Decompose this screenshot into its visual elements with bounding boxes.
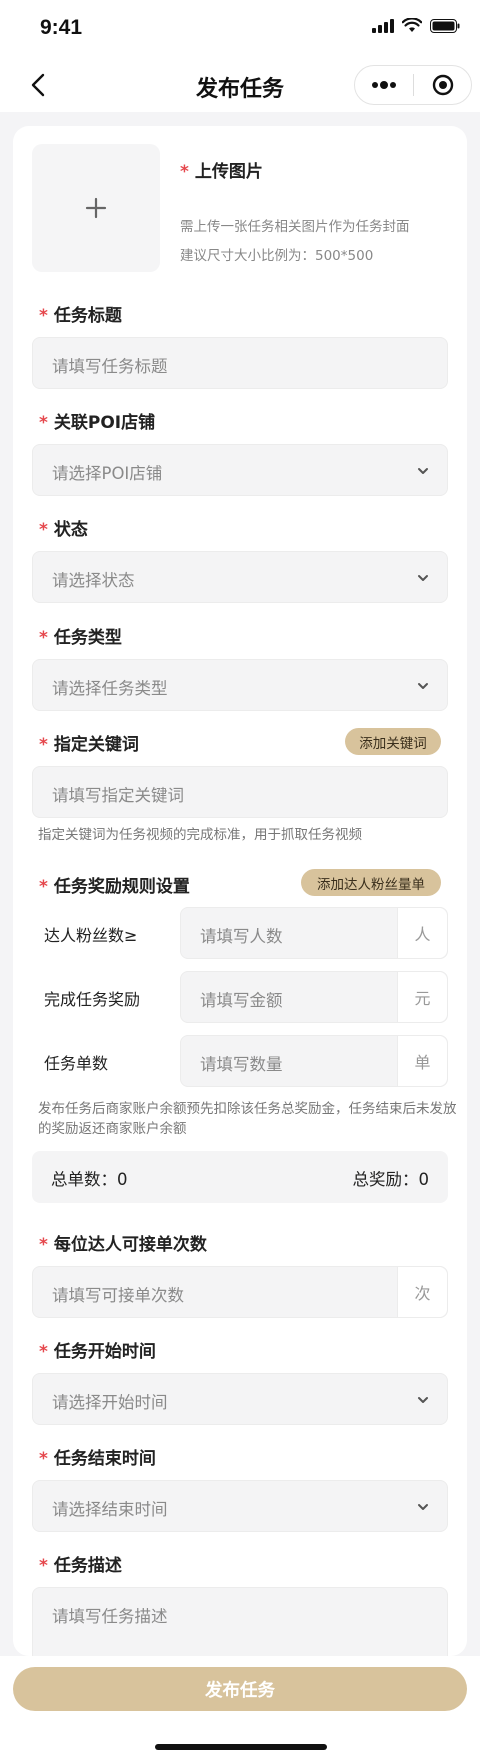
more-button[interactable] — [355, 66, 413, 104]
per-talent-input[interactable]: 请填写可接单次数 次 — [32, 1266, 448, 1318]
placeholder: 请填写金额 — [200, 991, 283, 1010]
required-mark: * — [39, 1342, 48, 1362]
end-time-label: * 任务结束时间 — [39, 1444, 156, 1469]
bottom-bar: 发布任务 — [0, 1656, 480, 1763]
required-mark: * — [39, 413, 48, 433]
label-text: 任务结束时间 — [53, 1449, 156, 1469]
reward-summary: 总单数：0 总奖励：0 — [32, 1151, 448, 1203]
label-text: 任务开始时间 — [53, 1342, 156, 1362]
placeholder: 请选择结束时间 — [52, 1500, 168, 1519]
unit-label: 元 — [397, 972, 447, 1022]
label-text: 关联POI店铺 — [53, 413, 156, 433]
poi-select[interactable]: 请选择POI店铺 — [32, 444, 448, 496]
label-text: 每位达人可接单次数 — [53, 1235, 207, 1255]
label-text: 任务类型 — [53, 628, 122, 648]
unit-label: 人 — [397, 908, 447, 958]
label-text: 任务描述 — [53, 1556, 122, 1576]
status-select[interactable]: 请选择状态 — [32, 551, 448, 603]
per-talent-label: * 每位达人可接单次数 — [39, 1230, 207, 1255]
label-text: 任务奖励规则设置 — [53, 877, 190, 897]
upload-hint-1: 需上传一张任务相关图片作为任务封面 — [180, 219, 410, 235]
keywords-label: * 指定关键词 — [39, 730, 139, 755]
status-icons — [372, 18, 460, 33]
required-mark: * — [39, 628, 48, 648]
fan-count-input[interactable]: 请填写人数 人 — [180, 907, 448, 959]
required-mark: * — [39, 520, 48, 540]
fan-count-label: 达人粉丝数≥ — [44, 926, 138, 945]
home-indicator — [155, 1744, 327, 1750]
chevron-down-icon — [418, 1504, 428, 1510]
placeholder: 请选择POI店铺 — [52, 464, 163, 483]
required-mark: * — [39, 1235, 48, 1255]
reward-helper-text: 发布任务后商家账户余额预先扣除该任务总奖励金，任务结束后未发放的奖励返还商家账户… — [38, 1101, 457, 1137]
placeholder: 请选择状态 — [52, 571, 135, 590]
placeholder: 请填写数量 — [200, 1055, 283, 1074]
label-text: 任务标题 — [53, 306, 122, 326]
placeholder: 请填写任务标题 — [52, 357, 168, 376]
plus-icon — [85, 197, 107, 219]
placeholder: 请填写人数 — [200, 927, 283, 946]
close-mini-program-button[interactable] — [414, 66, 471, 104]
status-time: 9:41 — [40, 16, 83, 39]
upload-image-button[interactable] — [32, 144, 160, 272]
publish-task-button[interactable]: 发布任务 — [13, 1667, 467, 1711]
reward-amount-row: 完成任务奖励 请填写金额 元 — [32, 971, 448, 1023]
poi-label: * 关联POI店铺 — [39, 408, 155, 433]
upload-hint-2: 建议尺寸大小比例为：500*500 — [180, 248, 374, 264]
reward-rules-label: * 任务奖励规则设置 — [39, 872, 190, 897]
battery-icon — [430, 18, 460, 33]
order-count-input[interactable]: 请填写数量 单 — [180, 1035, 448, 1087]
task-title-label: * 任务标题 — [39, 301, 122, 326]
task-title-input[interactable]: 请填写任务标题 — [32, 337, 448, 389]
add-keyword-button[interactable]: 添加关键词 — [345, 728, 441, 755]
placeholder: 请填写指定关键词 — [52, 786, 184, 805]
required-mark: * — [39, 877, 48, 897]
target-close-icon — [432, 74, 453, 96]
chevron-down-icon — [418, 575, 428, 581]
required-mark: * — [39, 1449, 48, 1469]
task-type-select[interactable]: 请选择任务类型 — [32, 659, 448, 711]
reward-amount-input[interactable]: 请填写金额 元 — [180, 971, 448, 1023]
start-time-label: * 任务开始时间 — [39, 1337, 156, 1362]
form-card: * 上传图片 需上传一张任务相关图片作为任务封面 建议尺寸大小比例为：500*50… — [13, 126, 467, 1677]
nav-bar: 发布任务 — [0, 58, 480, 112]
add-fan-tier-button[interactable]: 添加达人粉丝量单 — [301, 869, 441, 896]
more-dots-icon — [372, 81, 396, 89]
status-label: * 状态 — [39, 515, 88, 540]
placeholder: 请填写可接单次数 — [52, 1286, 184, 1305]
mini-program-capsule — [354, 65, 472, 105]
fan-count-row: 达人粉丝数≥ 请填写人数 人 — [32, 907, 448, 959]
description-label: * 任务描述 — [39, 1551, 122, 1576]
upload-title: 上传图片 — [194, 162, 263, 182]
chevron-down-icon — [418, 1397, 428, 1403]
unit-label: 单 — [397, 1036, 447, 1086]
required-mark: * — [39, 735, 48, 755]
keywords-input[interactable]: 请填写指定关键词 — [32, 766, 448, 818]
chevron-down-icon — [418, 468, 428, 474]
placeholder: 请选择开始时间 — [52, 1393, 168, 1412]
chevron-down-icon — [418, 683, 428, 689]
required-mark: * — [39, 1556, 48, 1576]
order-count-label: 任务单数 — [44, 1054, 109, 1073]
label-text: 状态 — [53, 520, 88, 540]
task-type-label: * 任务类型 — [39, 623, 122, 648]
required-mark: * — [39, 306, 48, 326]
unit-label: 次 — [397, 1267, 447, 1317]
end-time-select[interactable]: 请选择结束时间 — [32, 1480, 448, 1532]
required-mark: * — [180, 162, 189, 182]
label-text: 指定关键词 — [53, 735, 139, 755]
status-bar: 9:41 — [0, 0, 480, 58]
reward-amount-label: 完成任务奖励 — [44, 990, 141, 1009]
total-orders: 总单数：0 — [51, 1170, 128, 1189]
signal-icon — [372, 18, 394, 33]
keywords-helper-text: 指定关键词为任务视频的完成标准，用于抓取任务视频 — [38, 827, 362, 843]
wifi-icon — [402, 18, 422, 32]
placeholder: 请选择任务类型 — [52, 679, 168, 698]
placeholder: 请填写任务描述 — [52, 1607, 168, 1626]
order-count-row: 任务单数 请填写数量 单 — [32, 1035, 448, 1087]
start-time-select[interactable]: 请选择开始时间 — [32, 1373, 448, 1425]
total-reward: 总奖励：0 — [352, 1170, 430, 1189]
upload-label: * 上传图片 — [180, 157, 263, 182]
